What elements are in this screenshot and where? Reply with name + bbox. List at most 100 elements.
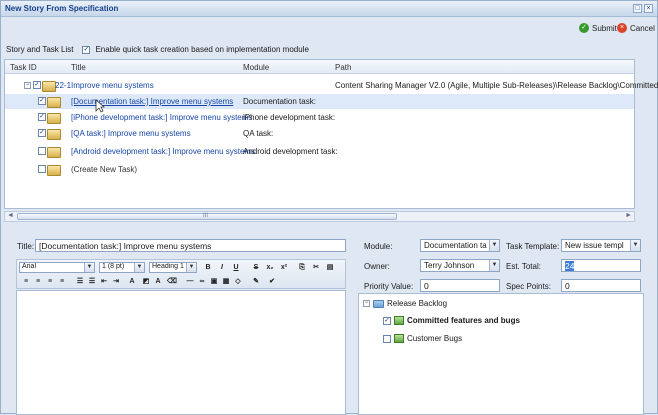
col-module[interactable]: Module [243, 63, 269, 72]
row-path: Content Sharing Manager V2.0 (Agile, Mul… [335, 81, 658, 90]
col-task-id[interactable]: Task ID [10, 63, 37, 72]
feature-icon [394, 334, 404, 343]
font-a-icon[interactable]: A [153, 277, 163, 287]
restore-icon[interactable]: □ [633, 4, 642, 13]
owner-select[interactable]: Terry Johnson ▼ [420, 259, 500, 272]
close-icon[interactable]: × [644, 4, 653, 13]
tree-node-customer-bugs[interactable]: Customer Bugs [383, 334, 462, 343]
size-value: 1 (8 pt) [102, 263, 125, 270]
bold-button[interactable]: B [203, 263, 213, 273]
chevron-down-icon: ▼ [186, 263, 196, 272]
row-checkbox[interactable]: ✓ [33, 81, 41, 89]
create-new-task[interactable]: (Create New Task) [71, 165, 137, 174]
align-right-icon[interactable]: ≡ [45, 277, 55, 287]
tree-node-committed[interactable]: ✓ Committed features and bugs [383, 316, 520, 325]
justify-icon[interactable]: ≡ [57, 277, 67, 287]
row-checkbox[interactable]: ✓ [38, 97, 46, 105]
ordered-list-icon[interactable]: ☰ [75, 277, 85, 287]
collapse-icon[interactable]: − [24, 82, 31, 89]
col-title[interactable]: Title [71, 63, 86, 72]
cancel-button[interactable]: × Cancel [617, 23, 655, 33]
italic-button[interactable]: I [217, 263, 227, 273]
link-icon[interactable]: ∞ [197, 277, 207, 287]
module-label: Module: [364, 242, 393, 251]
edit-icon[interactable]: ✎ [251, 277, 261, 287]
align-center-icon[interactable]: ≡ [33, 277, 43, 287]
strike-button[interactable]: S [251, 263, 261, 273]
quick-task-checkbox[interactable]: ✓ [82, 45, 91, 54]
check-circle-icon: ✓ [579, 23, 589, 33]
horizontal-rule-icon[interactable]: — [185, 277, 195, 287]
editor-toolbar: Arial ▼ 1 (8 pt) ▼ Heading 1 ▼ B I U S x₂ x… [16, 259, 346, 289]
title-label: Title: [17, 242, 35, 251]
chevron-down-icon: ▼ [630, 240, 640, 251]
title-field[interactable]: [Documentation task:] Improve menu syste… [35, 239, 346, 252]
scrollbar-thumb[interactable]: III [17, 213, 397, 220]
task-icon [47, 113, 61, 124]
size-select[interactable]: 1 (8 pt) ▼ [99, 262, 145, 273]
eraser-icon[interactable]: ⌫ [167, 277, 177, 287]
task-template-select[interactable]: New issue templ ▼ [561, 239, 641, 252]
col-path[interactable]: Path [335, 63, 351, 72]
task-icon [42, 81, 56, 92]
row-checkbox[interactable]: ✓ [38, 113, 46, 121]
heading-value: Heading 1 [152, 263, 184, 270]
spellcheck-icon[interactable]: ✔ [267, 277, 277, 287]
priority-field[interactable]: 0 [420, 279, 500, 292]
row-title[interactable]: [iPhone development task:] Improve menu … [71, 113, 252, 122]
paste-icon[interactable]: ▤ [325, 263, 335, 273]
chevron-down-icon: ▼ [84, 263, 94, 272]
row-checkbox[interactable] [38, 147, 46, 155]
spec-points-field[interactable]: 0 [561, 279, 641, 292]
horizontal-scrollbar[interactable]: ◄ III ► [4, 211, 635, 222]
highlight-icon[interactable]: ◩ [141, 277, 151, 287]
module-select[interactable]: Documentation ta ▼ [420, 239, 500, 252]
table-row[interactable]: − ✓ 22-1 Improve menu systems Content Sh… [5, 78, 658, 93]
underline-button[interactable]: U [231, 263, 241, 273]
table-row[interactable]: (Create New Task) [5, 162, 634, 177]
image-icon[interactable]: ▣ [209, 277, 219, 287]
collapse-icon[interactable]: − [363, 300, 370, 307]
row-title[interactable]: Improve menu systems [71, 81, 154, 90]
tree-node-release-backlog[interactable]: − Release Backlog [363, 299, 447, 308]
bullet-list-icon[interactable]: ☰ [87, 277, 97, 287]
align-left-icon[interactable]: ≡ [21, 277, 31, 287]
grid-header: Task ID Title Module Path [5, 60, 634, 74]
table-row[interactable]: [Android development task:] Improve menu… [5, 144, 634, 159]
outdent-icon[interactable]: ⇤ [99, 277, 109, 287]
tree-node-label: Committed features and bugs [407, 316, 520, 325]
submit-button[interactable]: ✓ Submit [579, 23, 617, 33]
quick-task-label: Enable quick task creation based on impl… [95, 45, 309, 54]
backlog-tree: − Release Backlog ✓ Committed features a… [358, 293, 644, 415]
task-grid: Task ID Title Module Path − ✓ 22-1 Impro… [4, 59, 658, 209]
subscript-button[interactable]: x₂ [265, 263, 275, 273]
tree-checkbox[interactable] [383, 334, 391, 343]
x-circle-icon: × [617, 23, 627, 33]
est-total-field[interactable]: 24 [561, 259, 641, 272]
new-story-window: New Story From Specification □ × ✓ Submi… [0, 0, 658, 415]
table-row[interactable]: ✓ [QA task:] Improve menu systems QA tas… [5, 126, 634, 141]
copy-icon[interactable]: ⎘ [297, 263, 307, 273]
row-checkbox[interactable] [38, 165, 46, 173]
font-select[interactable]: Arial ▼ [19, 262, 95, 273]
window-title: New Story From Specification [5, 4, 119, 13]
heading-select[interactable]: Heading 1 ▼ [149, 262, 197, 273]
code-icon[interactable]: ◇ [233, 277, 243, 287]
tree-node-label: Release Backlog [387, 299, 448, 308]
row-id: 22-1 [55, 81, 72, 90]
superscript-button[interactable]: x² [279, 263, 289, 273]
toolbar: ✓ Submit × Cancel [1, 18, 657, 40]
text-color-icon[interactable]: A [127, 277, 137, 287]
row-checkbox[interactable]: ✓ [38, 129, 46, 137]
row-title[interactable]: [Android development task:] Improve menu… [71, 147, 255, 156]
row-title[interactable]: [QA task:] Improve menu systems [71, 129, 191, 138]
tree-checkbox[interactable]: ✓ [383, 316, 391, 325]
scroll-right-icon[interactable]: ► [625, 212, 632, 219]
row-module: Documentation task: [243, 97, 316, 106]
section-label: Story and Task List [6, 45, 74, 54]
table-icon[interactable]: ▦ [221, 277, 231, 287]
description-editor[interactable] [16, 290, 346, 415]
indent-icon[interactable]: ⇥ [111, 277, 121, 287]
scroll-left-icon[interactable]: ◄ [7, 212, 14, 219]
cut-icon[interactable]: ✂ [311, 263, 321, 273]
